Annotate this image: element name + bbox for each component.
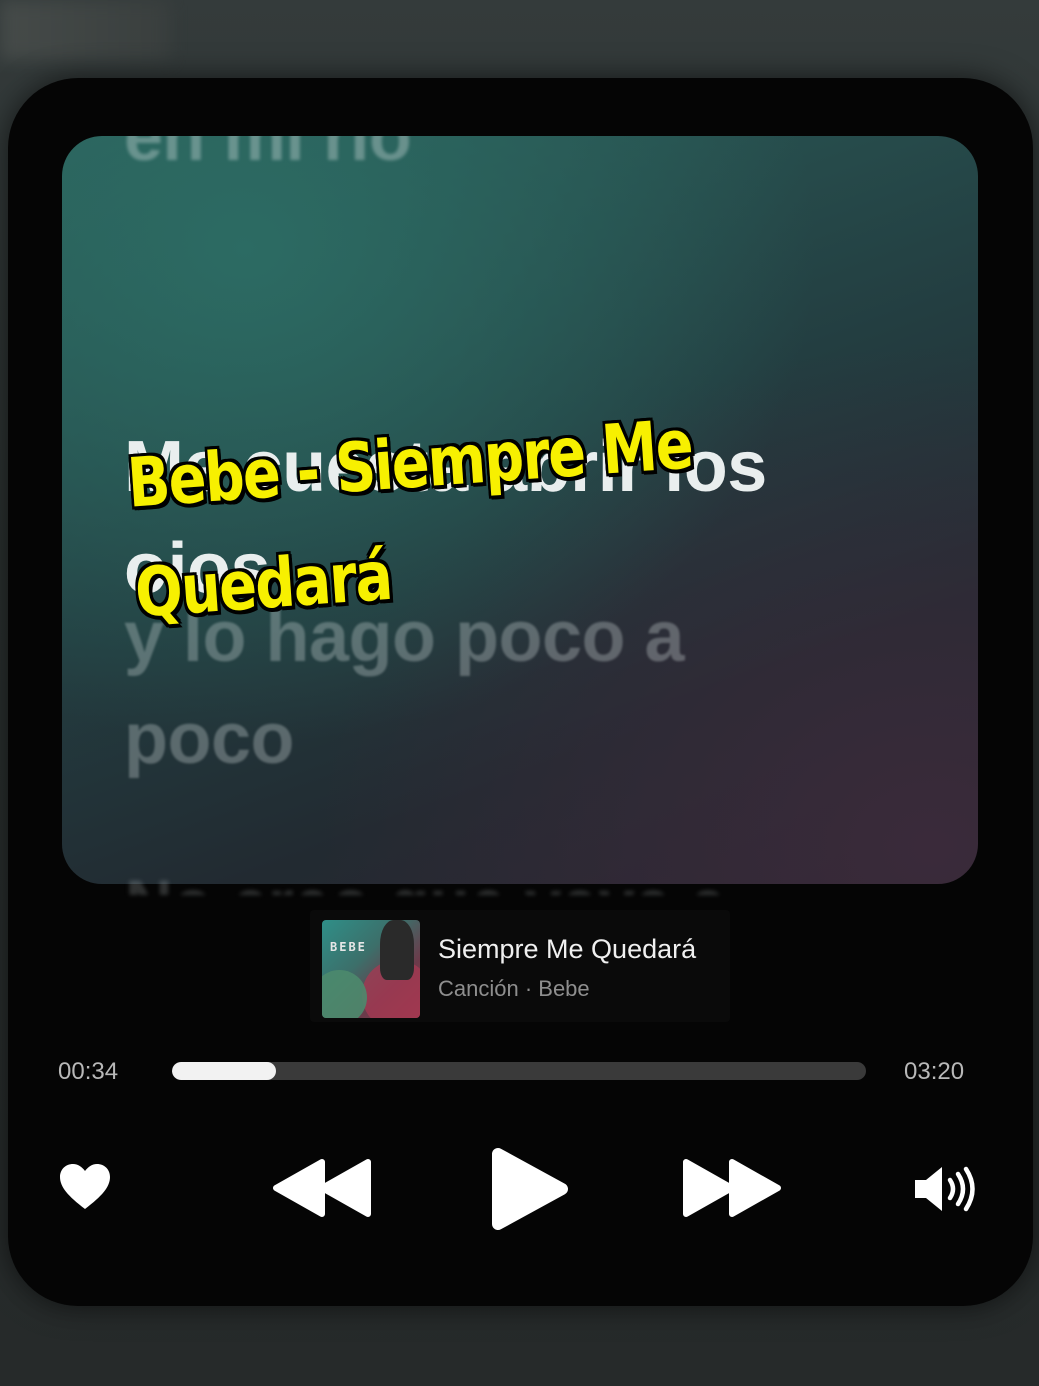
progress-fill (172, 1062, 277, 1080)
lyric-previous-line: en mi río (124, 136, 412, 175)
rewind-icon[interactable] (272, 1158, 372, 1218)
heart-icon[interactable] (58, 1163, 112, 1211)
album-art-label: BEBE (330, 940, 367, 954)
track-title: Siempre Me Quedará (438, 934, 697, 964)
background-blur (0, 0, 170, 60)
progress-bar[interactable] (172, 1062, 866, 1080)
volume-icon[interactable] (912, 1164, 978, 1214)
track-subtitle: Canción · Bebe (438, 976, 590, 1001)
album-art: BEBE (322, 920, 420, 1018)
elapsed-time: 00:34 (58, 1058, 119, 1085)
play-icon[interactable] (490, 1146, 570, 1232)
lyric-following-line: No creo que vaya a (125, 865, 825, 895)
now-playing-bar[interactable]: BEBE Siempre Me Quedará Canción · Bebe (310, 910, 730, 1022)
overlay-caption: Bebe - Siempre Me Quedará (125, 405, 695, 634)
fast-forward-icon[interactable] (682, 1158, 782, 1218)
total-time: 03:20 (904, 1058, 965, 1085)
